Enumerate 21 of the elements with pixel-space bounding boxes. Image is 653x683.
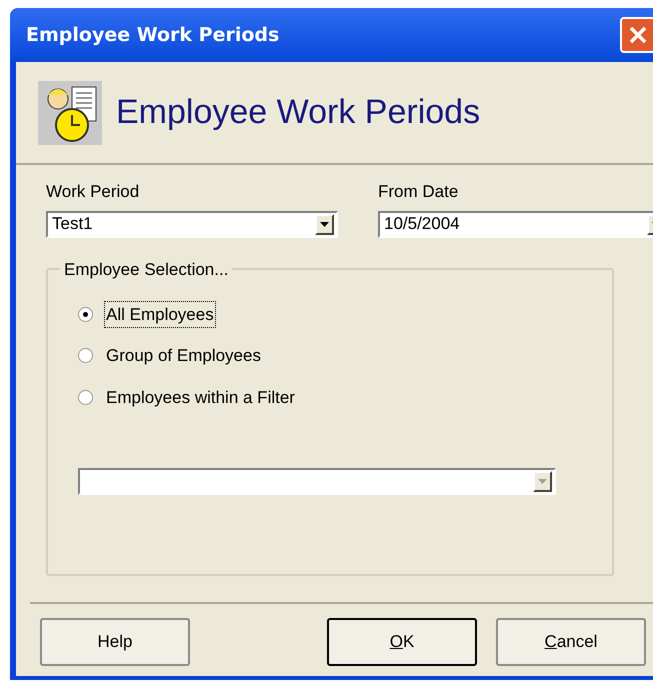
radio-button[interactable] xyxy=(78,390,93,405)
field-label: From Date xyxy=(378,181,460,203)
caret-icon xyxy=(538,479,547,484)
close-icon xyxy=(629,26,647,44)
window-title: Employee Work Periods xyxy=(26,22,280,48)
close-button[interactable] xyxy=(620,17,653,53)
radio-button[interactable] xyxy=(78,348,93,364)
caret-icon xyxy=(320,222,329,226)
employee-clock-icon xyxy=(38,80,102,144)
radio-label[interactable]: Group of Employees xyxy=(105,343,262,368)
radio-label[interactable]: All Employees xyxy=(105,302,215,327)
dialog-button[interactable]: OK xyxy=(327,618,477,666)
dropdown-field[interactable]: Test1 xyxy=(46,210,338,238)
radio-label[interactable]: Employees within a Filter xyxy=(105,384,296,410)
dropdown-field[interactable]: 10/5/2004 xyxy=(378,210,653,238)
dialog-button[interactable]: Help xyxy=(40,618,190,666)
header-title: Employee Work Periods xyxy=(116,92,480,133)
radio-button[interactable] xyxy=(78,306,93,322)
field-label: Work Period xyxy=(46,181,140,203)
dialog-button[interactable]: Cancel xyxy=(496,618,646,666)
dropdown-button[interactable] xyxy=(315,214,334,234)
